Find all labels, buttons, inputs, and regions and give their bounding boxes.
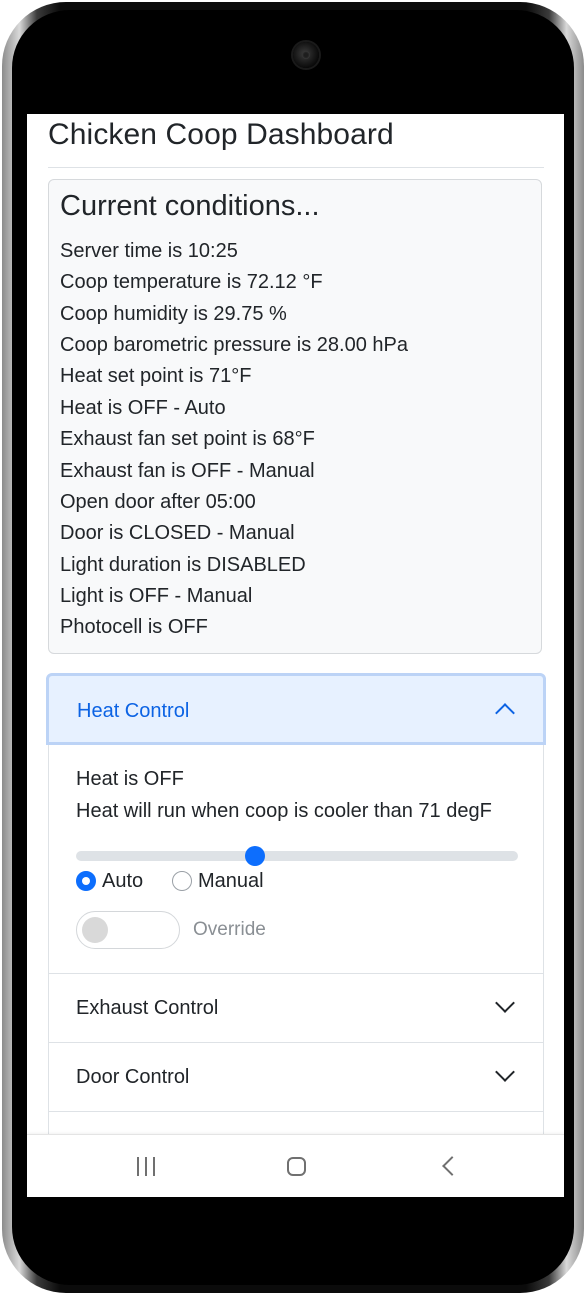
system-navigation-bar <box>27 1134 564 1197</box>
override-switch-knob <box>82 917 108 943</box>
condition-exhaust-set-point: Exhaust fan set point is 68°F <box>60 428 315 450</box>
page-title: Chicken Coop Dashboard <box>48 118 394 151</box>
chevron-down-icon <box>495 1062 515 1082</box>
current-conditions-card: Current conditions... Server time is 10:… <box>48 179 542 654</box>
app-screen: Chicken Coop Dashboard Current condition… <box>27 114 564 1197</box>
heat-description-text: Heat will run when coop is cooler than 7… <box>76 800 492 822</box>
chevron-down-icon <box>495 993 515 1013</box>
heat-control-header[interactable]: Heat Control <box>46 673 546 745</box>
condition-heat-status: Heat is OFF - Auto <box>60 397 226 419</box>
exhaust-control-title: Exhaust Control <box>76 997 219 1019</box>
override-switch[interactable] <box>76 911 180 949</box>
auto-radio[interactable] <box>76 871 96 891</box>
condition-server-time: Server time is 10:25 <box>60 240 238 262</box>
slider-thumb[interactable] <box>245 846 265 866</box>
conditions-heading: Current conditions... <box>60 190 320 222</box>
heat-control-title: Heat Control <box>77 700 190 722</box>
manual-radio[interactable] <box>172 871 192 891</box>
condition-coop-humidity: Coop humidity is 29.75 % <box>60 303 287 325</box>
exhaust-control-header[interactable]: Exhaust Control <box>49 973 543 1042</box>
condition-photocell: Photocell is OFF <box>60 616 208 638</box>
override-label: Override <box>193 919 266 940</box>
condition-light-status: Light is OFF - Manual <box>60 585 253 607</box>
recent-apps-icon[interactable] <box>137 1157 159 1177</box>
front-camera-icon <box>293 42 319 68</box>
controls-accordion: Heat Control Heat is OFF Heat will run w… <box>46 673 546 1197</box>
condition-heat-set-point: Heat set point is 71°F <box>60 365 252 387</box>
door-control-title: Door Control <box>76 1066 190 1088</box>
heat-set-point-slider[interactable] <box>76 846 518 866</box>
heat-control-body: Heat is OFF Heat will run when coop is c… <box>49 745 543 973</box>
auto-radio-label[interactable]: Auto <box>102 870 143 893</box>
back-icon[interactable] <box>442 1156 462 1176</box>
manual-radio-label[interactable]: Manual <box>198 870 264 893</box>
heat-status-text: Heat is OFF <box>76 768 184 790</box>
home-icon[interactable] <box>287 1157 306 1176</box>
door-control-header[interactable]: Door Control <box>49 1042 543 1111</box>
condition-barometric-pressure: Coop barometric pressure is 28.00 hPa <box>60 334 408 356</box>
condition-light-duration: Light duration is DISABLED <box>60 554 306 576</box>
condition-exhaust-status: Exhaust fan is OFF - Manual <box>60 460 315 482</box>
condition-door-open-time: Open door after 05:00 <box>60 491 256 513</box>
title-divider <box>48 167 544 168</box>
condition-door-status: Door is CLOSED - Manual <box>60 522 295 544</box>
chevron-up-icon <box>495 703 515 723</box>
condition-coop-temperature: Coop temperature is 72.12 °F <box>60 271 323 293</box>
